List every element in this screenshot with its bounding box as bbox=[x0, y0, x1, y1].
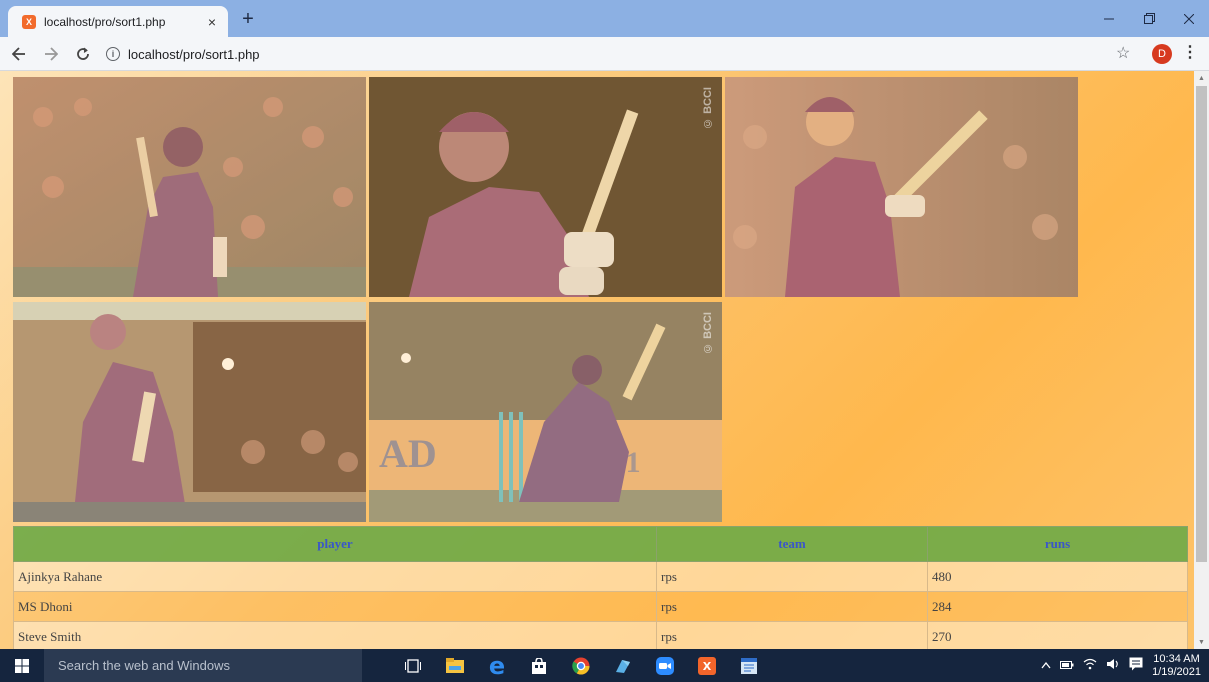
taskbar-clock[interactable]: 10:34 AM 1/19/2021 bbox=[1152, 653, 1201, 679]
svg-text:X: X bbox=[703, 660, 712, 673]
kebab-menu-icon[interactable]: ⋮ bbox=[1182, 42, 1198, 62]
cell-player: MS Dhoni bbox=[13, 591, 657, 622]
cell-player: Ajinkya Rahane bbox=[13, 561, 657, 592]
reload-icon[interactable] bbox=[70, 41, 96, 67]
volume-icon[interactable] bbox=[1106, 658, 1120, 673]
edge-browser-icon[interactable]: e bbox=[476, 649, 518, 682]
cell-team: rps bbox=[656, 621, 928, 649]
cell-team: rps bbox=[656, 591, 928, 622]
photo-overlay bbox=[369, 302, 722, 522]
table-header-row: player team runs bbox=[13, 526, 1188, 562]
column-header-runs[interactable]: runs bbox=[927, 526, 1188, 562]
back-arrow-icon[interactable] bbox=[6, 41, 32, 67]
browser-tabstrip: X localhost/pro/sort1.php × + bbox=[0, 0, 1209, 37]
xampp-favicon-icon: X bbox=[22, 14, 36, 29]
url-text: localhost/pro/sort1.php bbox=[128, 46, 260, 62]
scroll-down-arrow-icon[interactable]: ▼ bbox=[1194, 635, 1209, 649]
window-controls bbox=[1089, 0, 1209, 37]
close-window-icon[interactable] bbox=[1169, 0, 1209, 37]
player-photo-3 bbox=[725, 77, 1078, 297]
table-row: Ajinkya Rahane rps 480 bbox=[13, 561, 1188, 592]
tray-expand-icon[interactable] bbox=[1041, 660, 1051, 672]
photo-overlay bbox=[725, 77, 1078, 297]
cell-runs: 284 bbox=[927, 591, 1188, 622]
cell-runs: 270 bbox=[927, 621, 1188, 649]
chrome-icon[interactable] bbox=[560, 649, 602, 682]
taskbar-apps: e X bbox=[392, 649, 770, 682]
player-photo-5: AD n & 1 © BCCI bbox=[369, 302, 722, 522]
photo-watermark: © BCCI bbox=[702, 87, 714, 129]
table-row: Steve Smith rps 270 bbox=[13, 621, 1188, 649]
photo-overlay bbox=[13, 77, 366, 297]
address-bar[interactable]: i localhost/pro/sort1.php bbox=[106, 41, 1106, 67]
notifications-icon[interactable] bbox=[1129, 657, 1143, 674]
browser-tab[interactable]: X localhost/pro/sort1.php × bbox=[8, 6, 228, 37]
bookmark-star-icon[interactable]: ☆ bbox=[1116, 43, 1130, 63]
file-explorer-icon[interactable] bbox=[434, 649, 476, 682]
page-viewport: © BCCI AD 1 © BCCI player team runs Ajin… bbox=[0, 71, 1209, 649]
cell-player: Steve Smith bbox=[13, 621, 657, 649]
clock-date: 1/19/2021 bbox=[1152, 665, 1201, 678]
player-runs-table: player team runs Ajinkya Rahane rps 480 … bbox=[13, 526, 1188, 649]
minimize-icon[interactable] bbox=[1089, 0, 1129, 37]
column-header-player[interactable]: player bbox=[13, 526, 657, 562]
store-icon[interactable] bbox=[518, 649, 560, 682]
windows-start-icon[interactable] bbox=[0, 649, 44, 682]
tab-close-icon[interactable]: × bbox=[204, 14, 220, 30]
profile-avatar[interactable]: D bbox=[1152, 44, 1172, 64]
cell-team: rps bbox=[656, 561, 928, 592]
wifi-icon[interactable] bbox=[1083, 658, 1097, 673]
xampp-app-icon[interactable]: X bbox=[686, 649, 728, 682]
photo-watermark: © BCCI bbox=[702, 312, 714, 354]
photo-overlay bbox=[369, 77, 722, 297]
scroll-thumb[interactable] bbox=[1196, 86, 1207, 562]
cell-runs: 480 bbox=[927, 561, 1188, 592]
scroll-up-arrow-icon[interactable]: ▲ bbox=[1194, 71, 1209, 85]
tab-title: localhost/pro/sort1.php bbox=[44, 14, 166, 29]
clock-time: 10:34 AM bbox=[1153, 652, 1200, 665]
zoom-app-icon[interactable] bbox=[644, 649, 686, 682]
windows-taskbar: Search the web and Windows e X 10:34 AM … bbox=[0, 649, 1209, 682]
browser-toolbar: i localhost/pro/sort1.php ☆ D ⋮ bbox=[0, 37, 1209, 71]
player-photo-1 bbox=[13, 77, 366, 297]
player-photo-2: © BCCI bbox=[369, 77, 722, 297]
notepad-app-icon[interactable] bbox=[728, 649, 770, 682]
paint-app-icon[interactable] bbox=[602, 649, 644, 682]
column-header-team[interactable]: team bbox=[656, 526, 928, 562]
taskbar-search-box[interactable]: Search the web and Windows bbox=[44, 649, 362, 682]
system-tray: 10:34 AM 1/19/2021 bbox=[1041, 649, 1201, 682]
table-row: MS Dhoni rps 284 bbox=[13, 591, 1188, 622]
player-photo-4 bbox=[13, 302, 366, 522]
photo-overlay bbox=[13, 302, 366, 522]
task-view-icon[interactable] bbox=[392, 649, 434, 682]
forward-arrow-icon[interactable] bbox=[38, 41, 64, 67]
new-tab-button[interactable]: + bbox=[236, 8, 260, 31]
restore-icon[interactable] bbox=[1129, 0, 1169, 37]
site-info-icon[interactable]: i bbox=[106, 47, 120, 61]
battery-icon[interactable] bbox=[1060, 660, 1074, 672]
page-scrollbar[interactable]: ▲ ▼ bbox=[1194, 71, 1209, 649]
